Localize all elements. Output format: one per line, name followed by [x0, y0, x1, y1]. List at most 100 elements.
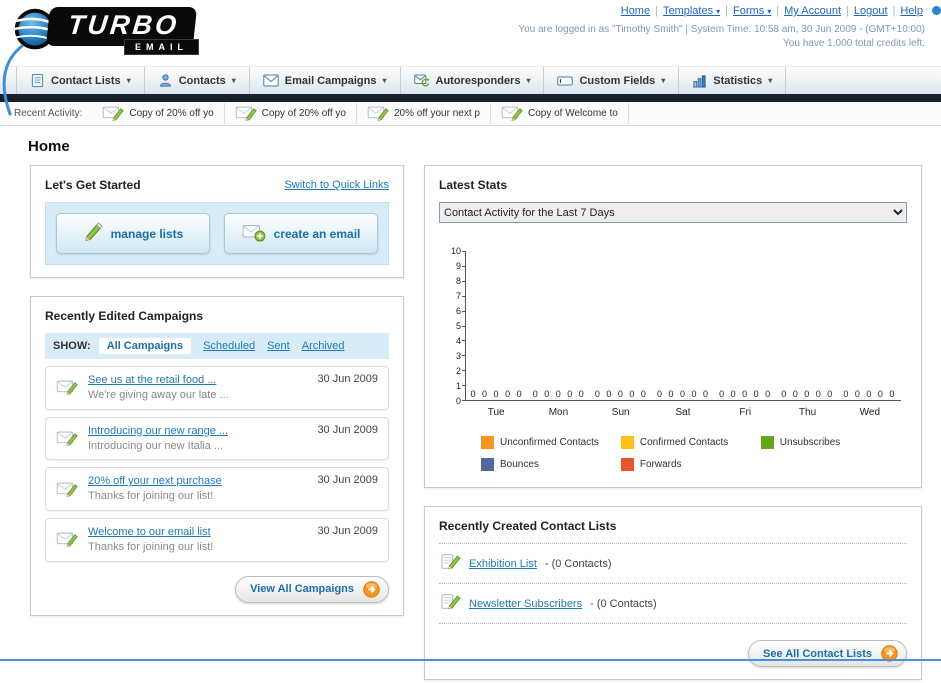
chart-zero-labels: 0 0 0 0 0 0 0 0 0 0 0 0 0 0 0 0 0 0 0 0 0 0 … — [466, 389, 901, 399]
legend-item: Confirmed Contacts — [620, 436, 761, 449]
y-tick-mark — [462, 325, 466, 327]
show-label: SHOW: — [53, 340, 91, 352]
nav-tab-autoresponders[interactable]: Autoresponders ▾ — [401, 67, 545, 94]
nav-tab-label: Contact Lists — [51, 74, 121, 87]
recent-activity-item[interactable]: Copy of Welcome to — [491, 103, 629, 124]
create-an-email-button[interactable]: create an email — [224, 213, 378, 254]
view-all-campaigns-button[interactable]: View All Campaigns — [235, 575, 389, 603]
link-separator: | — [655, 5, 658, 17]
x-axis-label: Sun — [611, 407, 630, 418]
recent-activity-item[interactable]: 20% off your next p — [357, 103, 491, 124]
bar-value-labels: 0 0 0 0 0 — [719, 389, 773, 399]
y-tick-mark — [462, 340, 466, 342]
chevron-down-icon: ▾ — [526, 76, 531, 85]
filter-archived[interactable]: Archived — [302, 340, 345, 352]
nav-tab-label: Contacts — [178, 74, 226, 87]
bar-value-labels: 0 0 0 0 0 — [843, 389, 897, 399]
see-all-contact-lists-button[interactable]: See All Contact Lists — [747, 640, 907, 667]
turbo-email-logo[interactable]: TURBO EMAIL — [6, 3, 199, 61]
nav-divider-bar — [0, 94, 941, 102]
campaign-title-link[interactable]: 20% off your next purchase — [88, 475, 222, 487]
chevron-down-icon: ▾ — [661, 76, 666, 85]
legend-label: Forwards — [639, 459, 682, 470]
top-link-logout[interactable]: Logout — [854, 5, 888, 17]
statistics-icon — [692, 74, 707, 88]
login-info: You are logged in as "Timothy Smith" | S… — [518, 24, 925, 35]
chevron-down-icon: ▾ — [382, 76, 387, 85]
nav-tab-label: Custom Fields — [579, 74, 656, 87]
envelope-pencil-icon — [56, 479, 78, 500]
y-tick-label: 6 — [455, 306, 461, 316]
envelope-pencil-icon — [56, 377, 78, 398]
x-axis-label: Sat — [675, 407, 691, 418]
get-started-buttons: manage lists create an email — [45, 202, 389, 265]
y-tick-mark — [462, 370, 466, 372]
x-axis-label: Tue — [487, 407, 505, 418]
campaign-list: See us at the retail food ... We're givin… — [45, 366, 389, 562]
campaign-title-link[interactable]: Welcome to our email list — [88, 526, 211, 538]
contact-list-link[interactable]: Exhibition List — [469, 558, 537, 570]
legend-item: Forwards — [620, 458, 761, 471]
footer-divider — [0, 659, 941, 661]
top-link-home[interactable]: Home — [621, 5, 650, 17]
autoresponders-icon — [413, 74, 430, 88]
y-tick-mark — [462, 355, 466, 357]
y-tick-label: 10 — [450, 246, 461, 256]
contact-activity-chart: 0 1 2 3 4 5 6 7 8 9 10 0 0 0 0 00 0 0 0 00 0 0 0 0… — [445, 246, 901, 471]
envelope-pencil-icon — [56, 529, 78, 550]
campaigns-title: Recently Edited Campaigns — [45, 309, 204, 323]
manage-lists-button[interactable]: manage lists — [56, 213, 210, 254]
top-link-help[interactable]: Help — [900, 5, 923, 17]
campaign-date: 30 Jun 2009 — [317, 423, 378, 436]
page-title: Home — [28, 138, 70, 155]
top-links: Home | Templates ▾ | Forms ▾ | My Account | Logo… — [518, 5, 925, 17]
legend-label: Confirmed Contacts — [639, 437, 729, 448]
y-tick-label: 7 — [455, 291, 461, 301]
recent-activity-text: Copy of Welcome to — [527, 108, 618, 119]
stats-range-select[interactable]: Contact Activity for the Last 7 Days — [439, 202, 907, 223]
y-tick-label: 9 — [455, 261, 461, 271]
switch-quick-links-link[interactable]: Switch to Quick Links — [284, 179, 389, 191]
recent-activity-item[interactable]: Copy of 20% off yo — [92, 103, 225, 124]
nav-tab-statistics[interactable]: Statistics ▾ — [679, 67, 787, 94]
contact-list-item: Exhibition List - (0 Contacts) — [439, 544, 907, 584]
top-link-forms[interactable]: Forms ▾ — [733, 5, 771, 17]
top-link-my-account[interactable]: My Account — [784, 5, 841, 17]
legend-item: Unsubscribes — [760, 436, 901, 449]
header-right: Home | Templates ▾ | Forms ▾ | My Account | Logo… — [518, 5, 925, 49]
contact-list-detail: - (0 Contacts) — [544, 557, 612, 570]
credits-info: You have 1,000 total credits left. — [783, 38, 925, 49]
envelope-pencil-icon — [235, 103, 257, 124]
nav-tab-contacts[interactable]: Contacts ▾ — [145, 67, 250, 94]
contact-lists-title: Recently Created Contact Lists — [439, 519, 617, 533]
envelope-pencil-icon — [501, 103, 523, 124]
contact-list-link[interactable]: Newsletter Subscribers — [469, 598, 582, 610]
legend-swatch — [760, 436, 774, 449]
recent-activity-item[interactable]: Copy of 20% off yo — [225, 103, 357, 124]
recent-activity-text: Copy of 20% off yo — [129, 108, 214, 119]
contact-lists-icon — [30, 73, 45, 88]
pencil-page-icon — [441, 593, 461, 614]
nav-tab-custom-fields[interactable]: Custom Fields ▾ — [544, 67, 680, 94]
chevron-down-icon: ▾ — [716, 7, 721, 16]
campaign-date: 30 Jun 2009 — [317, 525, 378, 538]
campaign-title-link[interactable]: Introducing our new range ... — [88, 425, 228, 437]
x-axis-label: Mon — [548, 407, 569, 418]
y-tick-mark — [462, 295, 466, 297]
filter-sent[interactable]: Sent — [267, 340, 290, 352]
legend-swatch — [620, 436, 634, 449]
chevron-down-icon: ▾ — [768, 76, 773, 85]
see-all-contact-lists-label: See All Contact Lists — [762, 647, 872, 660]
button-label: manage lists — [110, 226, 184, 241]
bar-value-labels: 0 0 0 0 0 — [656, 389, 710, 399]
filter-scheduled[interactable]: Scheduled — [203, 340, 255, 352]
top-link-templates[interactable]: Templates ▾ — [663, 5, 720, 17]
campaign-subtitle: Thanks for joining our list! — [88, 540, 214, 553]
x-axis-label: Thu — [798, 407, 817, 418]
nav-tab-email-campaigns[interactable]: Email Campaigns ▾ — [250, 67, 401, 94]
campaign-row: Welcome to our email list Thanks for join… — [45, 518, 389, 562]
main-content: Let's Get Started Switch to Quick Links … — [0, 165, 941, 680]
nav-tab-contact-lists[interactable]: Contact Lists ▾ — [16, 67, 145, 94]
campaign-title-link[interactable]: See us at the retail food ... — [88, 374, 216, 386]
filter-all-campaigns[interactable]: All Campaigns — [98, 338, 192, 354]
